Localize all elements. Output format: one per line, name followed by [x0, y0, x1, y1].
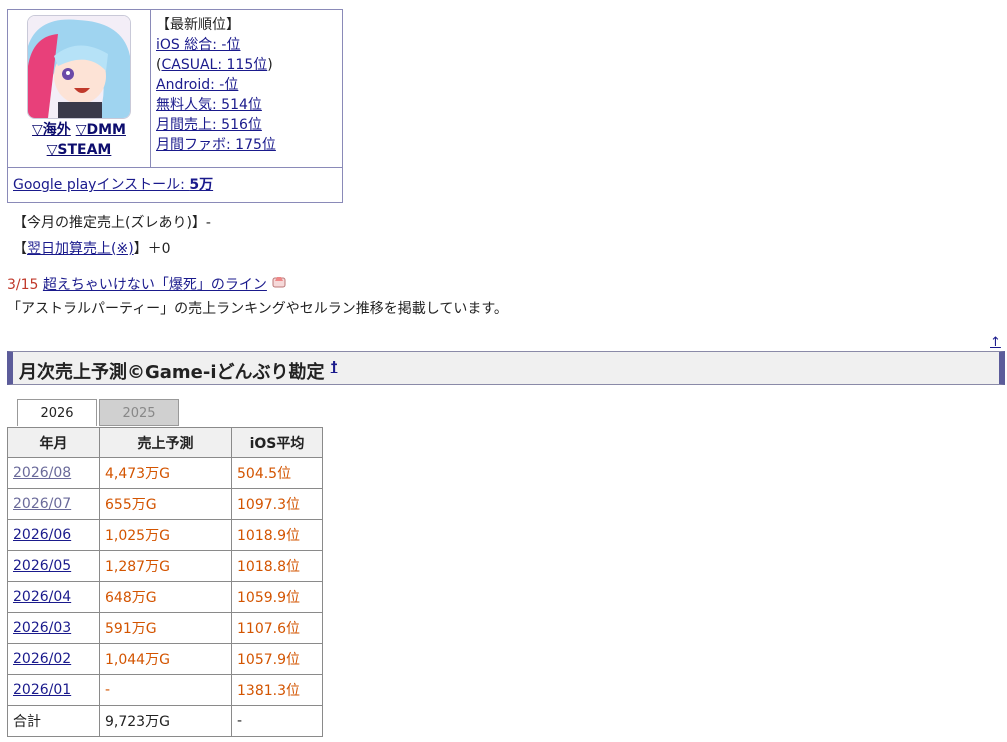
this-month-estimate: 【今月の推定売上(ズレあり)】-: [13, 215, 211, 231]
sales-value: 4,473万G: [99, 457, 232, 489]
tab-2026[interactable]: 2026: [17, 399, 97, 426]
sales-value: 1,287万G: [99, 550, 232, 582]
month-link[interactable]: 2026/08: [13, 465, 71, 481]
gp-install-value: 5万: [189, 177, 214, 193]
month-link[interactable]: 2026/06: [13, 527, 71, 543]
casual-close-paren: ): [267, 57, 273, 73]
total-sales: 9,723万G: [99, 705, 232, 737]
table-row: 2026/07 655万G 1097.3位: [7, 488, 323, 520]
news-item: 3/15 超えちゃいけない「爆死」のライン: [7, 274, 287, 296]
casual-link[interactable]: CASUAL: 115位: [161, 57, 267, 73]
google-play-install-cell: Google playインストール: 5万: [7, 167, 343, 203]
next-day-prefix: 【: [13, 241, 27, 257]
total-label: 合計: [7, 705, 100, 737]
header-ios-avg: iOS平均: [231, 427, 323, 458]
ios-avg-value: 504.5位: [231, 457, 323, 489]
estimated-sales: 【今月の推定売上(ズレあり)】- 【翌日加算売上(※)】＋0: [13, 210, 211, 262]
month-link[interactable]: 2026/01: [13, 682, 71, 698]
ios-avg-value: 1018.8位: [231, 550, 323, 582]
sales-value: 1,044万G: [99, 643, 232, 675]
sales-value: -: [99, 674, 232, 706]
section-heading: 月次売上予測©Game-iどんぶり勘定 †: [7, 351, 1005, 385]
game-character-image[interactable]: [27, 15, 131, 119]
ios-overall-link[interactable]: iOS 総合: -位: [156, 37, 240, 53]
next-day-value: 】＋0: [133, 241, 171, 257]
sales-value: 655万G: [99, 488, 232, 520]
monthly-sales-link[interactable]: 月間売上: 516位: [156, 117, 262, 133]
free-popularity-link[interactable]: 無料人気: 514位: [156, 97, 262, 113]
page-description: 「アストラルパーティー」の売上ランキングやセルラン推移を掲載しています。: [7, 301, 508, 317]
table-row: 2026/05 1,287万G 1018.8位: [7, 550, 323, 582]
dmm-link[interactable]: ▽DMM: [76, 122, 126, 138]
section-note-link[interactable]: †: [331, 360, 338, 375]
month-link[interactable]: 2026/04: [13, 589, 71, 605]
total-ios-avg: -: [231, 705, 323, 737]
tab-2025[interactable]: 2025: [99, 399, 179, 426]
table-row: 2026/02 1,044万G 1057.9位: [7, 643, 323, 675]
month-link[interactable]: 2026/05: [13, 558, 71, 574]
android-link[interactable]: Android: -位: [156, 77, 238, 93]
month-link[interactable]: 2026/02: [13, 651, 71, 667]
monthly-fav-link[interactable]: 月間ファボ: 175位: [156, 137, 276, 153]
table-row: 2026/03 591万G 1107.6位: [7, 612, 323, 644]
ios-avg-value: 1107.6位: [231, 612, 323, 644]
news-date: 3/15: [7, 277, 39, 293]
steam-link[interactable]: ▽STEAM: [47, 142, 112, 158]
month-link[interactable]: 2026/03: [13, 620, 71, 636]
ranking-title: 【最新順位】: [156, 17, 240, 33]
header-sales: 売上予測: [99, 427, 232, 458]
ranking-cell: 【最新順位】 iOS 総合: -位 (CASUAL: 115位) Android…: [150, 9, 343, 168]
month-link[interactable]: 2026/07: [13, 496, 71, 512]
table-row: 2026/08 4,473万G 504.5位: [7, 457, 323, 489]
ios-avg-value: 1059.9位: [231, 581, 323, 613]
header-month: 年月: [7, 427, 100, 458]
overseas-link[interactable]: ▽海外: [32, 122, 71, 138]
ios-avg-value: 1057.9位: [231, 643, 323, 675]
table-row: 2026/06 1,025万G 1018.9位: [7, 519, 323, 551]
game-thumbnail-cell: ▽海外 ▽DMM ▽STEAM: [7, 9, 151, 168]
gp-install-label: Google playインストール:: [13, 177, 190, 193]
news-icon: [271, 277, 287, 293]
section-title-text: 月次売上予測©Game-iどんぶり勘定: [19, 362, 325, 383]
back-to-top-link[interactable]: ↑: [990, 335, 1001, 350]
ios-avg-value: 1097.3位: [231, 488, 323, 520]
year-tabs: 2026 2025: [17, 399, 179, 426]
total-row: 合計 9,723万G -: [7, 705, 323, 737]
ios-avg-value: 1381.3位: [231, 674, 323, 706]
sales-value: 648万G: [99, 581, 232, 613]
table-row: 2026/04 648万G 1059.9位: [7, 581, 323, 613]
google-play-install-link[interactable]: Google playインストール: 5万: [13, 177, 213, 193]
next-day-sales-link[interactable]: 翌日加算売上(※): [27, 241, 134, 257]
monthly-sales-table: 年月 売上予測 iOS平均 2026/08 4,473万G 504.5位 202…: [7, 427, 323, 737]
game-info-box: ▽海外 ▽DMM ▽STEAM 【最新順位】 iOS 総合: -位 (CASUA…: [7, 9, 343, 203]
sales-value: 1,025万G: [99, 519, 232, 551]
table-row: 2026/01 - 1381.3位: [7, 674, 323, 706]
ios-avg-value: 1018.9位: [231, 519, 323, 551]
news-link[interactable]: 超えちゃいけない「爆死」のライン: [43, 277, 267, 293]
sales-value: 591万G: [99, 612, 232, 644]
